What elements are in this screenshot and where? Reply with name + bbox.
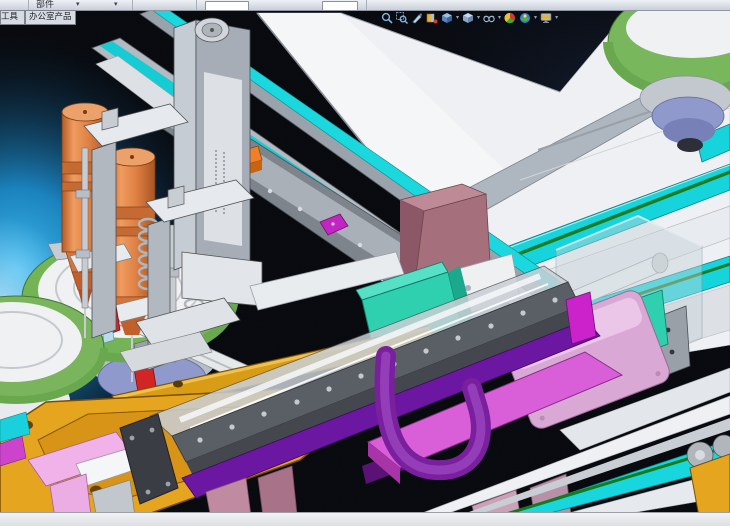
component-dropdown-caret[interactable]: ▾	[76, 0, 80, 9]
cad-application-window: 部件 ▾ ▾ 工具 办公室产品 ▾ ▾ ▾	[0, 0, 730, 526]
toolbar-separator	[366, 0, 367, 10]
heads-up-view-toolbar: ▾ ▾ ▾ ▾ ▾	[381, 10, 558, 25]
command-manager-tabs: 工具 办公室产品	[0, 10, 76, 25]
dropdown-caret[interactable]: ▾	[555, 12, 558, 24]
viewport-3d[interactable]	[0, 0, 730, 526]
toolbar-separator	[28, 0, 29, 10]
status-strip	[0, 512, 730, 526]
toolbar-separator	[196, 0, 197, 10]
apply-scene-icon[interactable]	[519, 12, 531, 24]
display-style-icon[interactable]	[462, 12, 474, 24]
previous-view-icon[interactable]	[411, 12, 423, 24]
section-view-icon[interactable]	[426, 12, 438, 24]
toolbar-combobox[interactable]	[322, 1, 358, 11]
dropdown-caret[interactable]: ▾	[477, 12, 480, 24]
dropdown-caret[interactable]: ▾	[498, 12, 501, 24]
view-orientation-icon[interactable]	[441, 12, 453, 24]
toolbar-combobox[interactable]	[205, 1, 249, 11]
zoom-to-fit-icon[interactable]	[381, 12, 393, 24]
tab-office-products[interactable]: 办公室产品	[25, 10, 76, 24]
edit-appearance-icon[interactable]	[504, 12, 516, 24]
top-toolbar[interactable]: 部件 ▾ ▾	[0, 0, 730, 11]
dropdown-caret[interactable]: ▾	[456, 12, 459, 24]
toolbar-separator	[132, 0, 133, 10]
toolbar-dropdown-caret[interactable]: ▾	[114, 0, 118, 9]
hide-show-items-icon[interactable]	[483, 12, 495, 24]
cad-viewport-scene	[0, 0, 730, 526]
tab-tools[interactable]: 工具	[0, 10, 25, 24]
zoom-to-area-icon[interactable]	[396, 12, 408, 24]
view-settings-icon[interactable]	[540, 12, 552, 24]
component-toolbar-label: 部件	[36, 0, 54, 10]
dropdown-caret[interactable]: ▾	[534, 12, 537, 24]
